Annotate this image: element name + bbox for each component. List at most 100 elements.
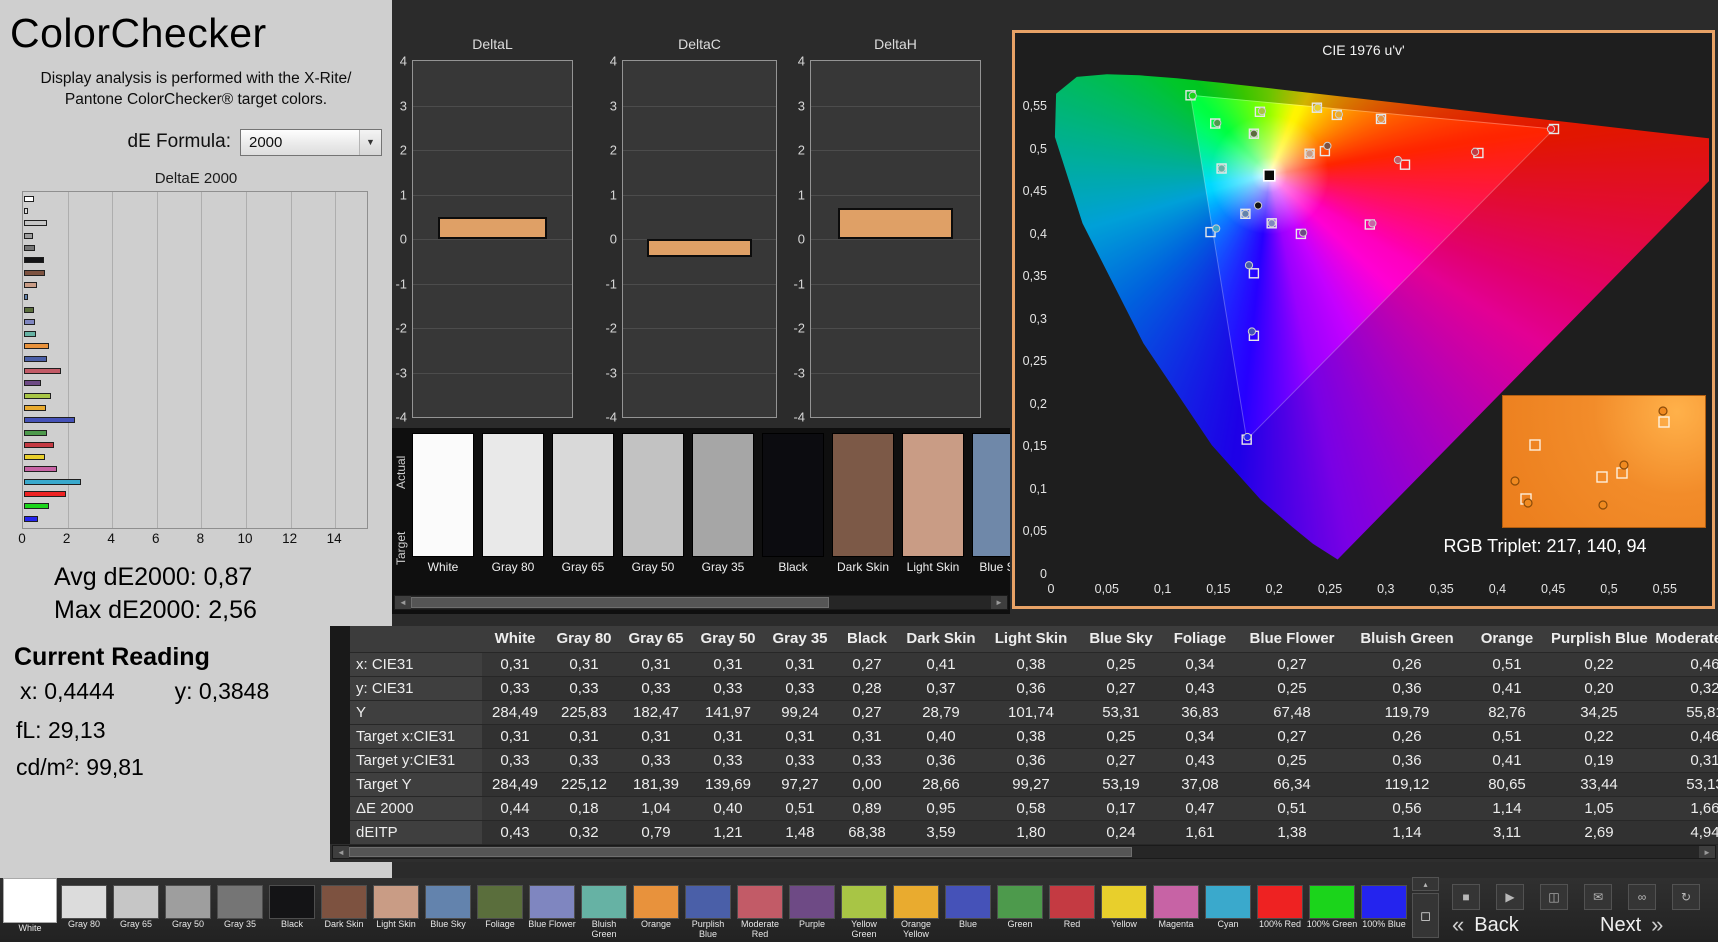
column-header[interactable]: Purplish Blue	[1548, 626, 1650, 653]
patch-button-magenta[interactable]: Magenta	[1150, 878, 1202, 942]
report-button[interactable]: ✉	[1584, 884, 1612, 910]
patch-swatch	[477, 885, 523, 919]
patch-button-blue[interactable]: Blue	[942, 878, 994, 942]
patch-swatch	[1309, 885, 1355, 919]
column-header[interactable]: Orange	[1466, 626, 1548, 653]
strip-swatch[interactable]: Gray 35	[692, 433, 754, 574]
column-header[interactable]: White	[482, 626, 548, 653]
patch-button-gray-65[interactable]: Gray 65	[110, 878, 162, 942]
play-button[interactable]: ▶	[1496, 884, 1524, 910]
strip-swatch[interactable]: Gray 50	[622, 433, 684, 574]
patch-button-purplish-blue[interactable]: Purplish Blue	[682, 878, 734, 942]
patch-button-cyan[interactable]: Cyan	[1202, 878, 1254, 942]
scroll-left-arrow[interactable]: ◄	[395, 596, 411, 609]
strip-swatch[interactable]: Light Skin	[902, 433, 964, 574]
scroll-track[interactable]	[411, 596, 991, 609]
scroll-right-arrow[interactable]: ►	[1699, 846, 1715, 858]
column-header[interactable]: Light Skin	[984, 626, 1078, 653]
column-header[interactable]: Gray 35	[764, 626, 836, 653]
next-button[interactable]: Next »	[1600, 911, 1663, 939]
next-arrows-icon: »	[1651, 912, 1664, 937]
patch-button-gray-35[interactable]: Gray 35	[214, 878, 266, 942]
patch-button-black[interactable]: Black	[266, 878, 318, 942]
patch-button-gray-50[interactable]: Gray 50	[162, 878, 214, 942]
delta-bar	[438, 216, 547, 239]
patch-button-100-green[interactable]: 100% Green	[1306, 878, 1358, 942]
patch-swatch	[217, 885, 263, 919]
patch-button-light-skin[interactable]: Light Skin	[370, 878, 422, 942]
patch-button-100-red[interactable]: 100% Red	[1254, 878, 1306, 942]
x-axis-tick-label: 0	[1047, 582, 1055, 596]
strip-swatch[interactable]: Gray 65	[552, 433, 614, 574]
patch-button-foliage[interactable]: Foliage	[474, 878, 526, 942]
column-header[interactable]: Gray 65	[620, 626, 692, 653]
patch-button-yellow[interactable]: Yellow	[1098, 878, 1150, 942]
strip-swatch[interactable]: Blue Sky	[972, 433, 1010, 574]
patch-button-moderate-red[interactable]: Moderate Red	[734, 878, 786, 942]
patch-label: White	[18, 922, 42, 933]
scroll-right-arrow[interactable]: ►	[991, 596, 1007, 609]
column-header[interactable]: Foliage	[1164, 626, 1236, 653]
x-axis-tick-label: 12	[282, 530, 298, 546]
patch-swatch	[789, 885, 835, 919]
scroll-thumb[interactable]	[349, 847, 1132, 857]
patch-label: 100% Blue	[1362, 919, 1406, 929]
scroll-thumb[interactable]	[411, 597, 829, 608]
column-header[interactable]: Gray 80	[548, 626, 620, 653]
table-scrollbar[interactable]: ◄ ►	[332, 845, 1716, 859]
collapse-button[interactable]: ▴	[1412, 877, 1439, 891]
pattern-window-button[interactable]: ◻	[1412, 893, 1439, 938]
patch-button-orange-yellow[interactable]: Orange Yellow	[890, 878, 942, 942]
gridline	[290, 191, 292, 528]
table-cell: 2,69	[1548, 820, 1650, 845]
column-header[interactable]: Blue Flower	[1236, 626, 1348, 653]
x-axis-tick-label: 0,55	[1652, 582, 1677, 596]
strip-swatch[interactable]: White	[412, 433, 474, 574]
continuous-measure-button[interactable]: ∞	[1628, 884, 1656, 910]
strip-scrollbar[interactable]: ◄ ►	[394, 595, 1008, 610]
back-button[interactable]: « Back	[1452, 911, 1519, 939]
dual-window-button[interactable]: ◫	[1540, 884, 1568, 910]
patch-label: Black	[280, 919, 303, 929]
refresh-button[interactable]: ↻	[1672, 884, 1700, 910]
patch-label: Gray 65	[119, 919, 152, 929]
column-header[interactable]: Dark Skin	[898, 626, 984, 653]
patch-button-red[interactable]: Red	[1046, 878, 1098, 942]
patch-button-100-blue[interactable]: 100% Blue	[1358, 878, 1410, 942]
patch-button-white[interactable]: White	[2, 878, 58, 942]
column-header[interactable]: Blue Sky	[1078, 626, 1164, 653]
gridline	[811, 328, 980, 329]
target-label: Target	[394, 531, 408, 565]
table-cell: 1,61	[1164, 820, 1236, 845]
column-header[interactable]: Gray 50	[692, 626, 764, 653]
table-row: dEITP 0,43 0,32 0,79 1,21 1,48 68,38 3,59 1,80 0,…	[350, 820, 1718, 845]
stop-button[interactable]: ■	[1452, 884, 1480, 910]
swatch-color	[972, 433, 1010, 557]
strip-swatch[interactable]: Gray 80	[482, 433, 544, 574]
patch-button-gray-80[interactable]: Gray 80	[58, 878, 110, 942]
column-header[interactable]: Moderate Red	[1650, 626, 1718, 653]
deltae-bar	[24, 245, 36, 252]
patch-button-dark-skin[interactable]: Dark Skin	[318, 878, 370, 942]
patch-button-blue-flower[interactable]: Blue Flower	[526, 878, 578, 942]
strip-swatch[interactable]: Dark Skin	[832, 433, 894, 574]
patch-button-blue-sky[interactable]: Blue Sky	[422, 878, 474, 942]
patch-button-orange[interactable]: Orange	[630, 878, 682, 942]
strip-swatch[interactable]: Black	[762, 433, 824, 574]
table-cell: 0,31	[482, 652, 548, 677]
patch-button-yellow-green[interactable]: Yellow Green	[838, 878, 890, 942]
column-header[interactable]: Bluish Green	[1348, 626, 1466, 653]
patch-button-purple[interactable]: Purple	[786, 878, 838, 942]
de-formula-dropdown[interactable]: 2000 ▼	[240, 128, 382, 156]
scroll-left-arrow[interactable]: ◄	[333, 846, 349, 858]
column-header[interactable]: Black	[836, 626, 898, 653]
deltae-bar	[24, 404, 46, 411]
patch-button-bluish-green[interactable]: Bluish Green	[578, 878, 630, 942]
deltae-bar	[24, 208, 28, 215]
y-axis-tick-label: 0	[1040, 567, 1047, 581]
scroll-track[interactable]	[349, 846, 1699, 858]
continuous-measure-icon: ∞	[1637, 890, 1647, 904]
patch-button-green[interactable]: Green	[994, 878, 1046, 942]
patch-swatch	[633, 885, 679, 919]
table-cell: 0,33	[482, 676, 548, 701]
